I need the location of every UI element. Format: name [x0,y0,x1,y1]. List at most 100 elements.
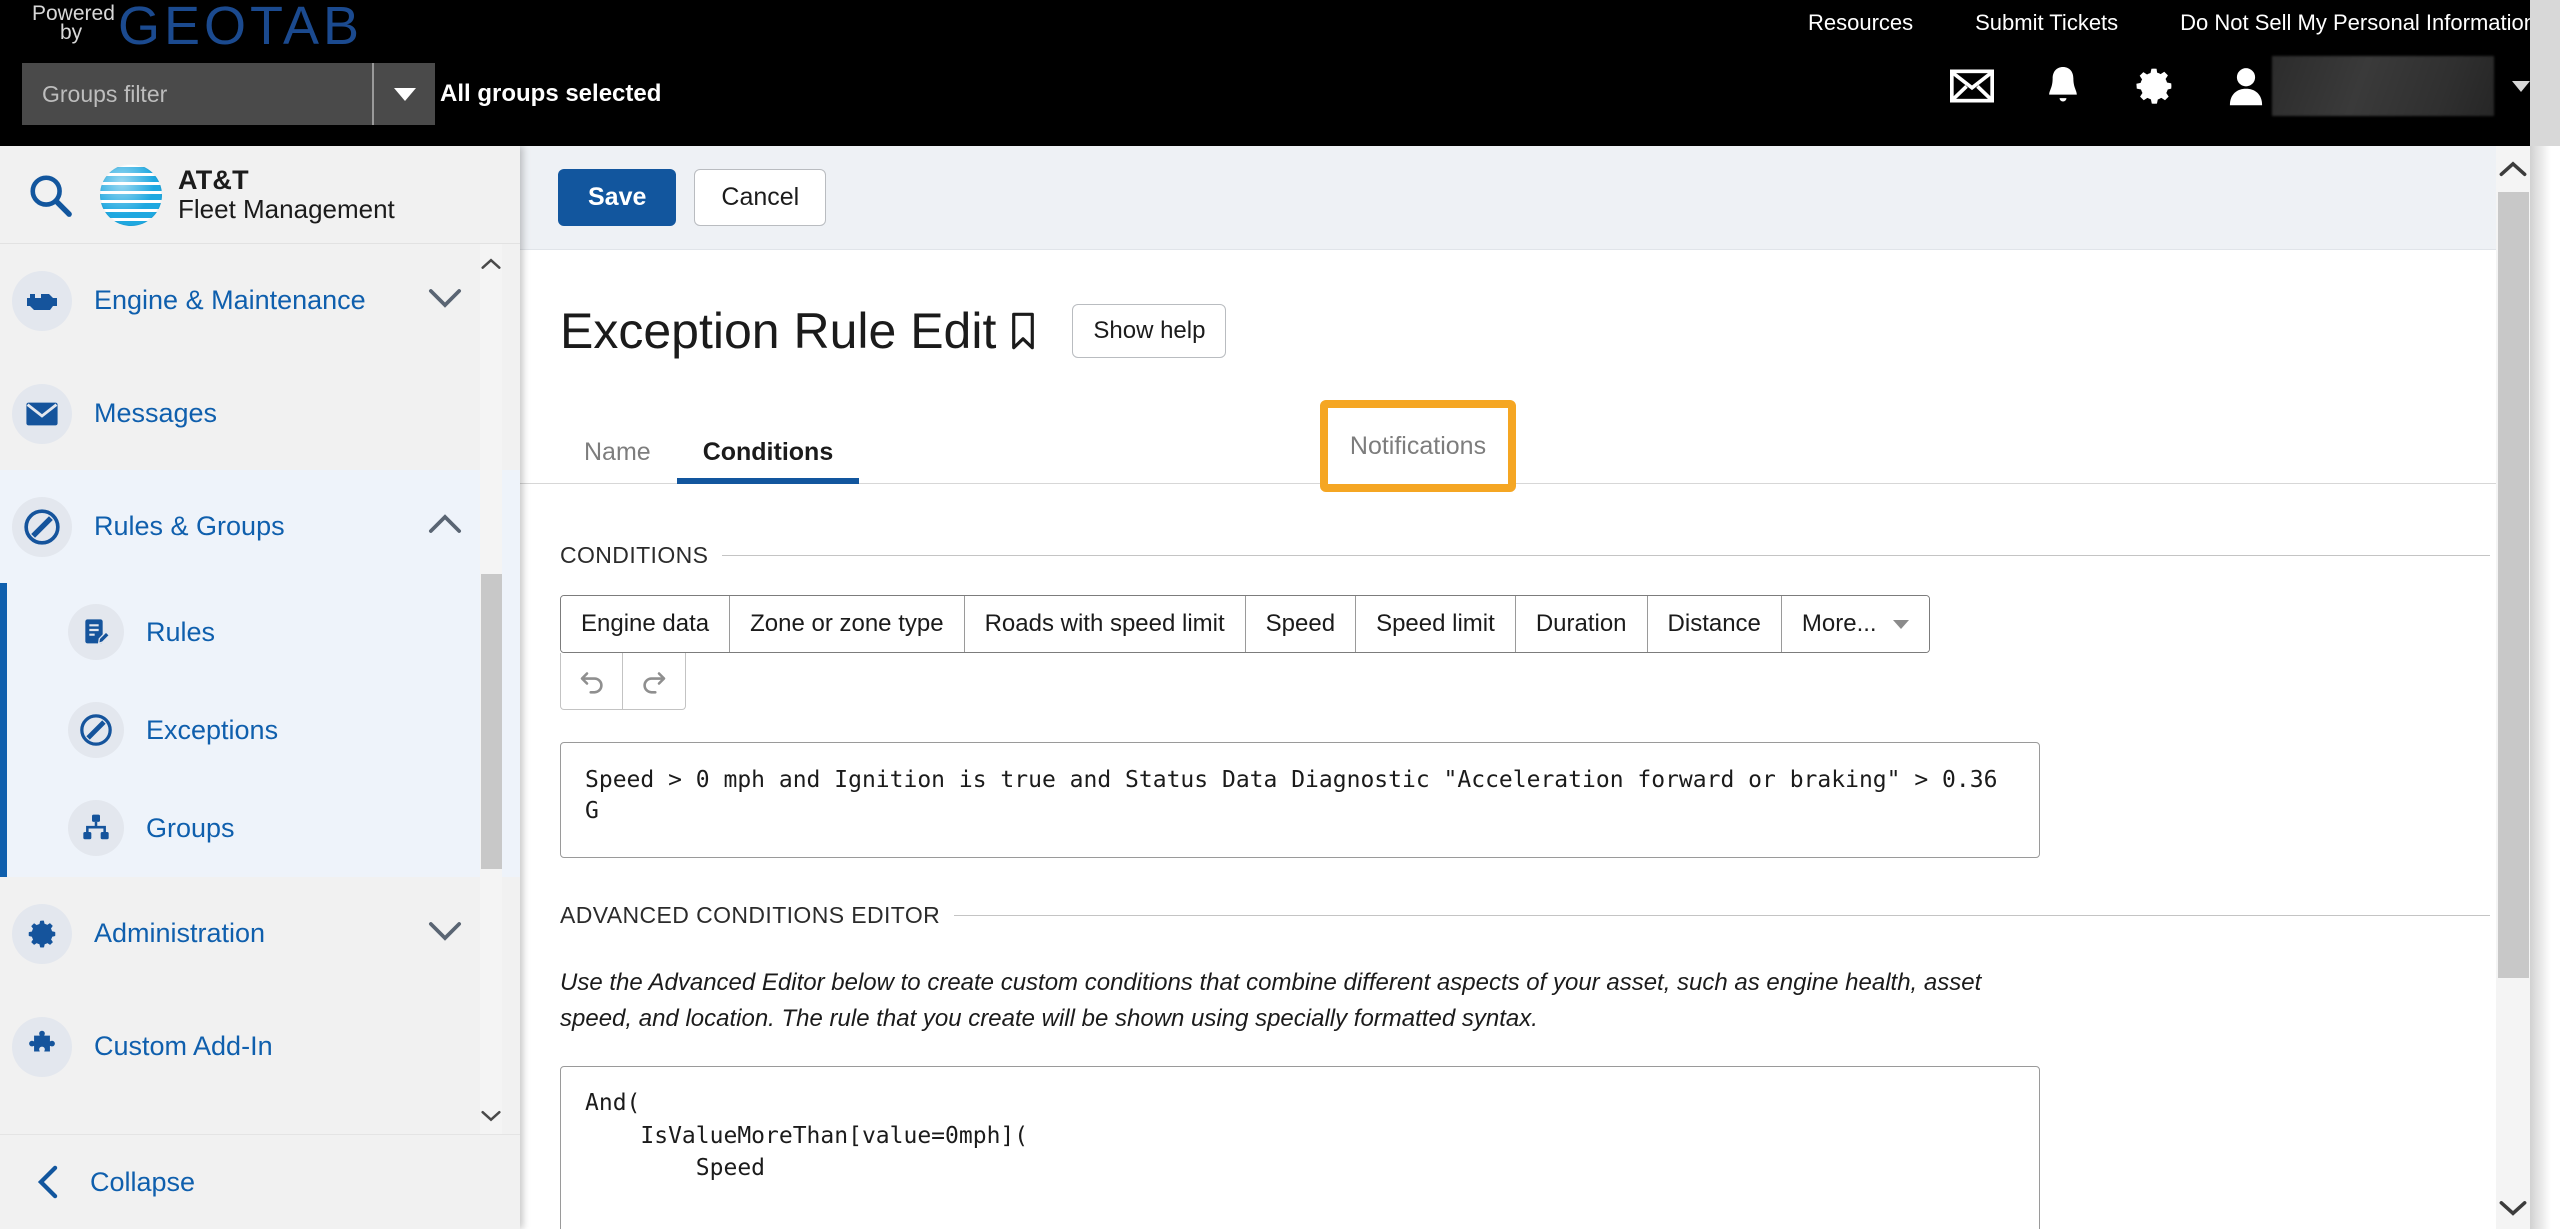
scroll-up-arrow-icon[interactable] [480,248,502,278]
sidebar-item-label: Exceptions [146,714,279,745]
scroll-down-arrow-icon[interactable] [480,1100,502,1130]
sidebar-scrollbar[interactable] [480,244,502,1134]
condition-button-engine-data[interactable]: Engine data [561,596,731,652]
powered-by-label: Powered by [32,2,115,44]
sidebar-item-label: Messages [94,398,218,428]
sidebar-search-button[interactable] [0,172,100,218]
tab-conditions[interactable]: Conditions [676,438,860,484]
sidebar-scroll-area: Engine & Maintenance Messages Rules & Gr… [0,244,520,1134]
save-button[interactable]: Save [558,169,677,226]
sidebar-item-custom-add-in[interactable]: Custom Add-In [0,990,520,1103]
condition-button-more-label: More... [1801,610,1877,637]
page-scrollbar-thumb[interactable] [2498,192,2529,978]
show-help-button[interactable]: Show help [1072,304,1227,358]
advanced-conditions-legend: ADVANCED CONDITIONS EDITOR [560,902,2490,929]
condition-button-roads-with-speed-limit[interactable]: Roads with speed limit [964,596,1246,652]
chevron-down-icon[interactable] [428,920,462,947]
sidebar-scrollbar-thumb[interactable] [481,574,502,869]
redo-button[interactable] [623,653,685,709]
sidebar-item-label: Custom Add-In [94,1031,273,1061]
top-link-do-not-sell[interactable]: Do Not Sell My Personal Information [2180,10,2536,36]
att-fleet-logo: AT&T Fleet Management [100,163,395,226]
chevron-down-icon[interactable] [2512,80,2530,92]
chevron-down-icon [1892,619,1909,629]
condition-button-zone-or-zone-type[interactable]: Zone or zone type [730,596,965,652]
engine-icon [12,270,72,331]
user-account-menu[interactable] [2226,56,2530,116]
legend-divider [954,915,2490,916]
sidebar-item-label: Rules & Groups [94,511,285,541]
att-brand-line2: Fleet Management [178,194,395,225]
sidebar-item-label: Administration [94,918,266,948]
page-scrollbar[interactable] [2496,146,2530,1229]
mail-icon[interactable] [1950,69,1994,103]
sidebar-collapse-button[interactable]: Collapse [0,1134,520,1229]
sidebar-item-rules-groups[interactable]: Rules & Groups [0,470,520,583]
gear-icon[interactable] [2132,64,2176,108]
prohibited-icon [12,496,72,557]
org-chart-icon [68,800,124,856]
topbar-right-strip [2530,0,2560,146]
advanced-editor-code[interactable]: And( IsValueMoreThan[value=0mph]( Speed [560,1066,2040,1229]
redo-icon [643,672,666,694]
rules-document-icon [68,604,124,660]
conditions-expression-box[interactable]: Speed > 0 mph and Ignition is true and S… [560,742,2040,858]
tab-name[interactable]: Name [558,438,677,483]
search-icon [30,174,72,217]
page-right-shadow [2530,146,2560,1229]
undo-redo-group [560,653,686,710]
sidebar-item-label: Rules [146,616,216,647]
sidebar-header: AT&T Fleet Management [0,146,520,244]
condition-button-duration[interactable]: Duration [1515,596,1648,652]
sidebar: AT&T Fleet Management Engine & Maintenan… [0,146,520,1229]
sidebar-item-exceptions[interactable]: Exceptions [0,681,520,779]
active-indicator-bar [0,681,7,779]
active-indicator-bar [0,583,7,681]
top-nav-links: Resources Submit Tickets Do Not Sell My … [1808,0,2536,46]
sidebar-item-rules[interactable]: Rules [0,583,520,681]
condition-type-buttons: Engine data Zone or zone type Roads with… [560,595,1930,653]
undo-button[interactable] [561,653,623,709]
groups-filter-placeholder[interactable]: Groups filter [22,81,372,108]
groups-filter-chevron[interactable] [372,63,435,125]
chevron-up-icon[interactable] [428,513,462,540]
top-link-submit-tickets[interactable]: Submit Tickets [1975,10,2118,36]
chevron-down-icon[interactable] [428,287,462,314]
sidebar-item-administration[interactable]: Administration [0,877,520,990]
bookmark-icon[interactable] [1010,312,1036,350]
geotab-logo: GEOTAB [118,0,364,56]
advanced-conditions-legend-label: ADVANCED CONDITIONS EDITOR [560,902,941,928]
top-link-resources[interactable]: Resources [1808,10,1913,36]
bell-icon[interactable] [2044,65,2082,107]
advanced-conditions-fieldset: ADVANCED CONDITIONS EDITOR Use the Advan… [560,902,2490,1229]
condition-button-distance[interactable]: Distance [1647,596,1782,652]
sidebar-item-messages[interactable]: Messages [0,357,520,470]
title-row: Exception Rule Edit Show help [520,250,2530,360]
cancel-button[interactable]: Cancel [694,169,827,226]
condition-button-speed-limit[interactable]: Speed limit [1356,596,1516,652]
conditions-legend: CONDITIONS [560,542,2490,569]
att-globe-icon [100,163,162,226]
header-icon-group [1950,56,2530,116]
puzzle-piece-icon [12,1016,72,1077]
scroll-up-arrow-icon[interactable] [2496,148,2530,188]
user-icon[interactable] [2226,65,2266,107]
action-bar: Save Cancel [520,146,2530,250]
groups-filter-dropdown[interactable]: Groups filter [22,63,435,125]
gear-icon [12,903,72,964]
sidebar-item-engine-maintenance[interactable]: Engine & Maintenance [0,244,520,357]
sidebar-item-label: Engine & Maintenance [94,285,366,315]
main-content: Save Cancel Exception Rule Edit Show hel… [520,146,2530,1229]
advanced-editor-note: Use the Advanced Editor below to create … [560,969,1982,1032]
condition-button-speed[interactable]: Speed [1245,596,1357,652]
tab-bar: Name Conditions Notifications Notificati… [520,400,2530,492]
chevron-down-icon [393,87,416,101]
scroll-down-arrow-icon[interactable] [2496,1187,2530,1227]
all-groups-selected-label: All groups selected [440,80,662,107]
chevron-left-icon [37,1165,58,1199]
tab-notifications-highlight[interactable]: Notifications [1320,400,1516,492]
page-title-text: Exception Rule Edit [560,303,997,359]
sidebar-item-groups[interactable]: Groups [0,779,520,877]
condition-button-more[interactable]: More... [1781,596,1929,652]
prohibited-icon [68,702,124,758]
